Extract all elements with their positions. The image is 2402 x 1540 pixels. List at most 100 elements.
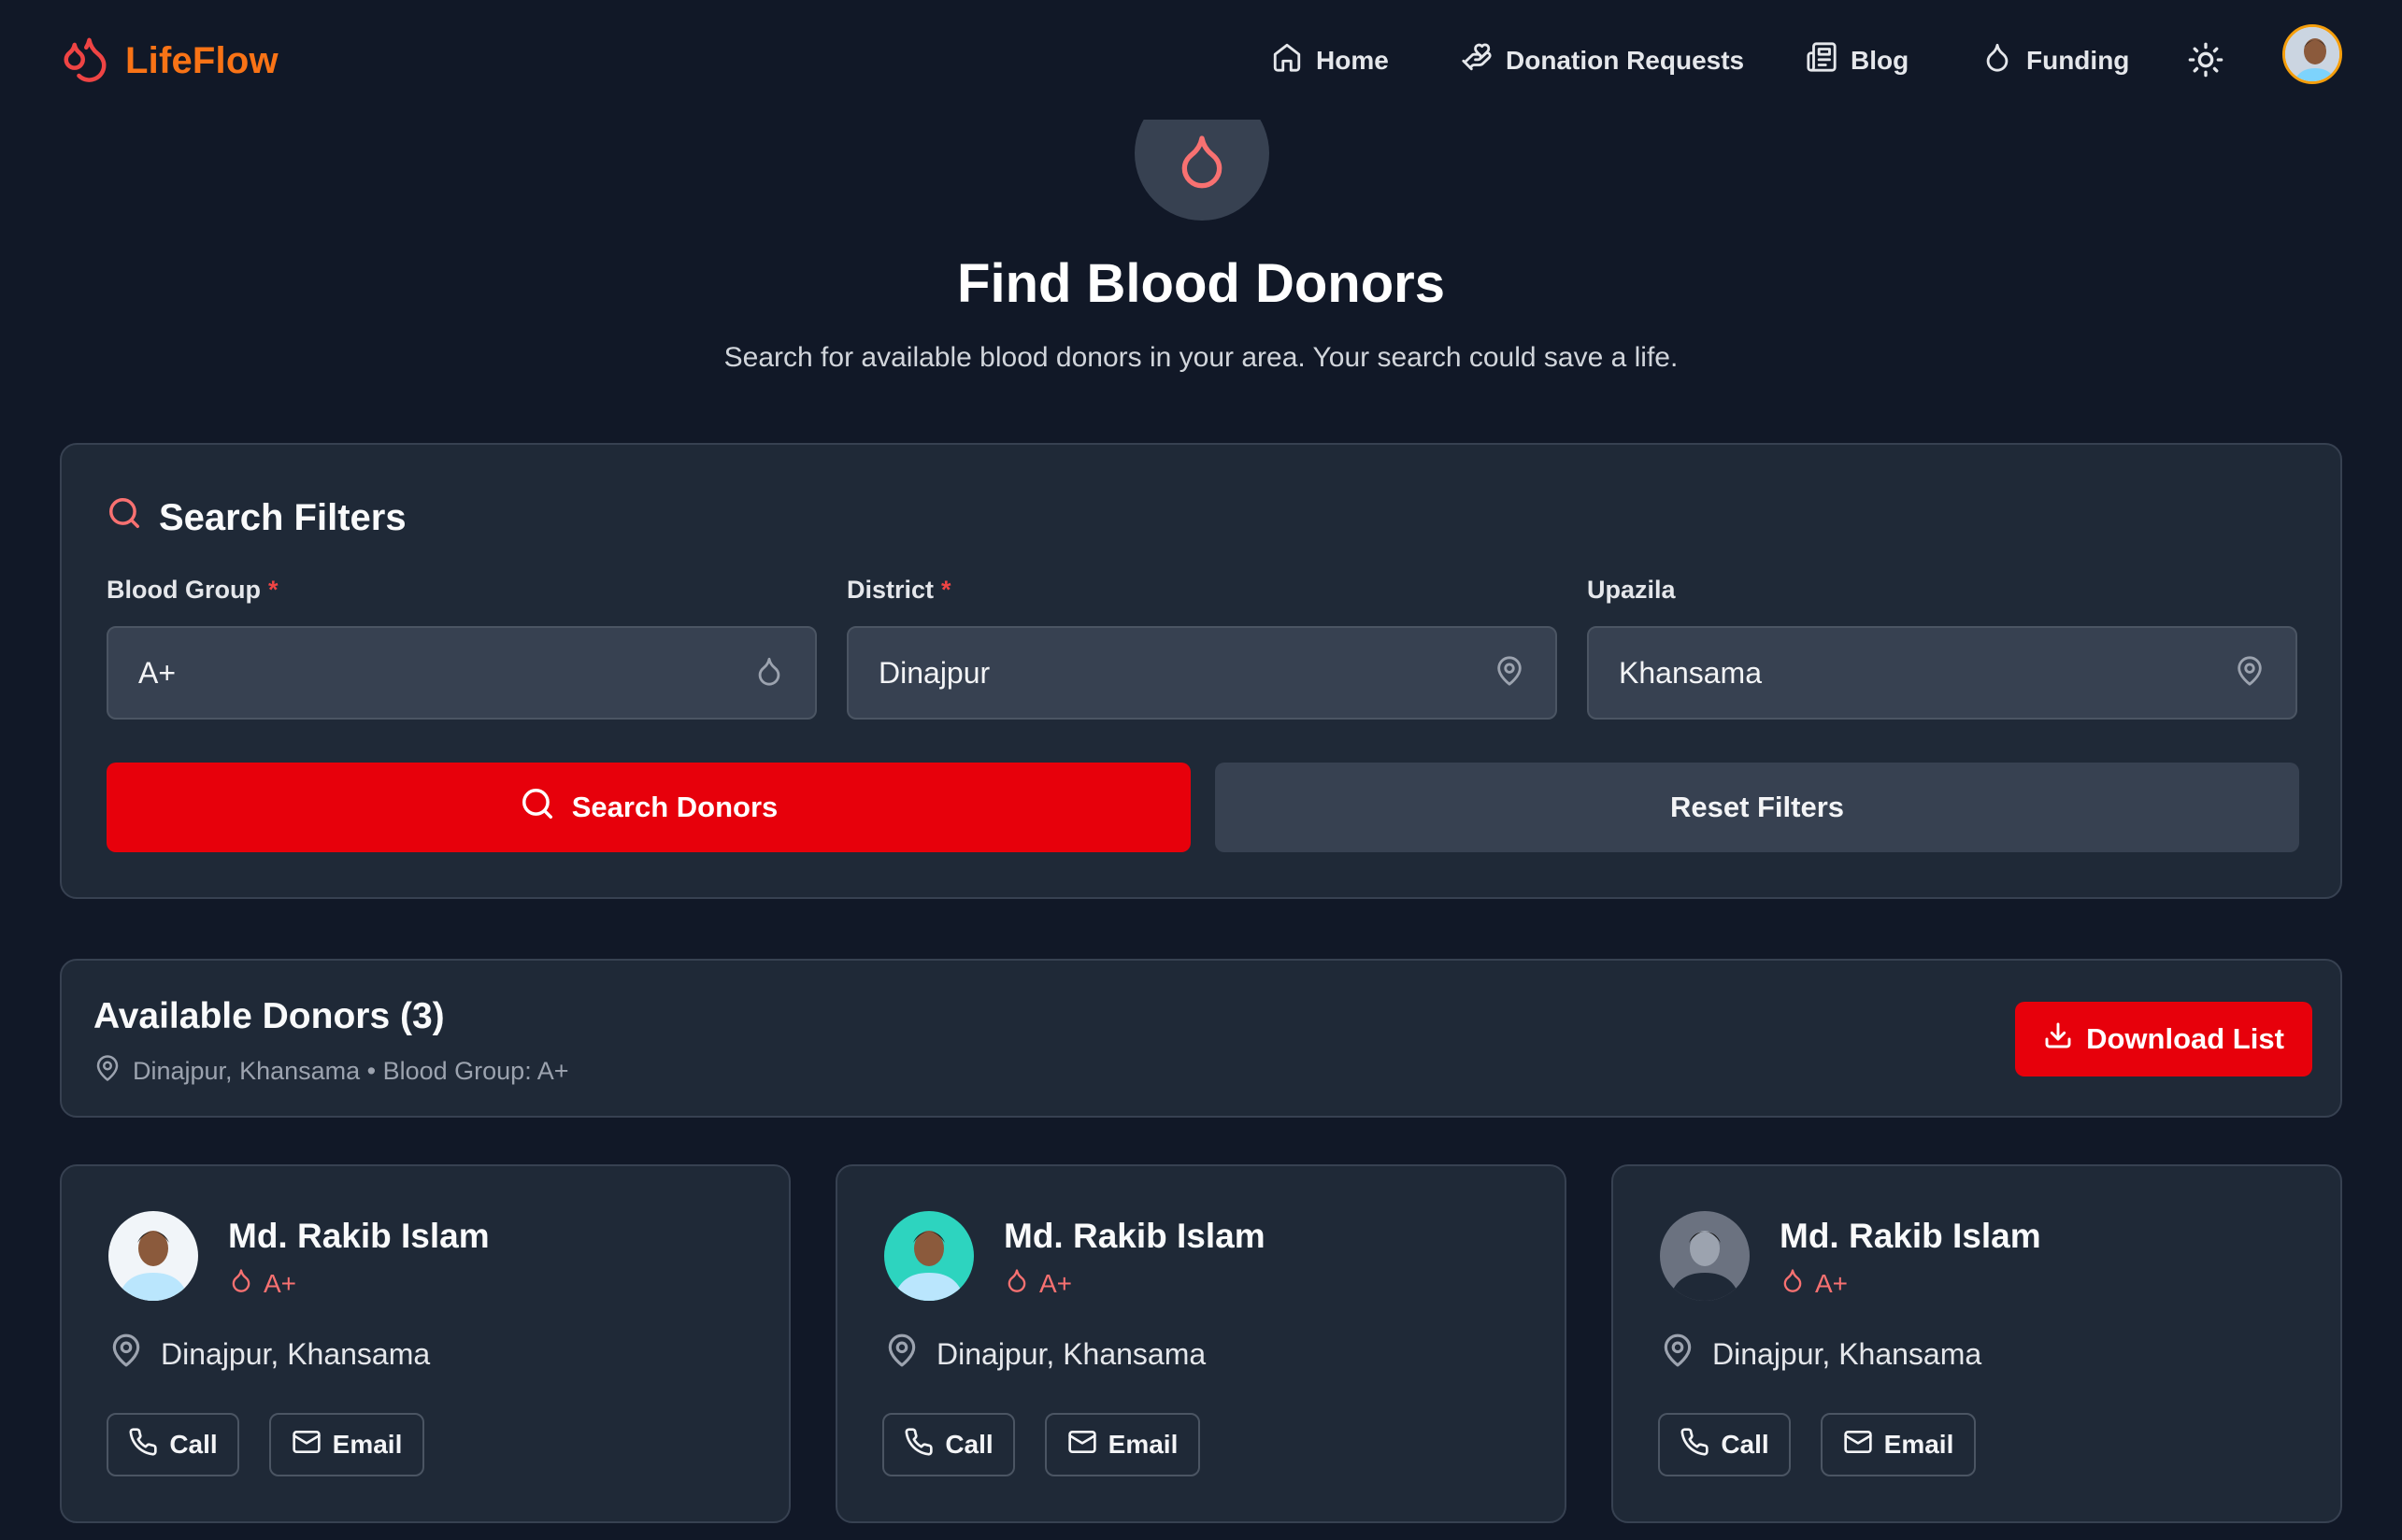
nav-donation-requests-label: Donation Requests <box>1506 45 1745 75</box>
phone-icon <box>1680 1427 1709 1463</box>
donor-location: Dinajpur, Khansama <box>884 1333 1206 1376</box>
donor-blood-group-text: A+ <box>1815 1268 1849 1298</box>
hand-heart-icon <box>1461 41 1493 79</box>
droplet-icon <box>1981 41 2013 79</box>
search-filters-heading: Search Filters <box>107 495 407 540</box>
district-label-text: District <box>847 576 935 604</box>
nav-home[interactable]: Home <box>1271 41 1389 79</box>
required-marker: * <box>267 576 279 604</box>
map-pin-icon <box>93 1054 122 1089</box>
email-label: Email <box>332 1430 403 1459</box>
droplet-icon <box>1172 112 1232 195</box>
donor-blood-group: A+ <box>228 1267 296 1300</box>
droplet-icon <box>753 655 785 692</box>
donor-location-text: Dinajpur, Khansama <box>936 1336 1207 1371</box>
donor-blood-group-text: A+ <box>1039 1268 1073 1298</box>
call-label: Call <box>945 1430 994 1459</box>
blood-group-select[interactable]: A+ <box>107 626 817 720</box>
droplet-icon <box>1780 1267 1806 1300</box>
district-select[interactable]: Dinajpur <box>847 626 1557 720</box>
mail-icon <box>1067 1427 1097 1463</box>
droplet-icon <box>1004 1267 1030 1300</box>
blood-drops-logo-icon <box>60 34 110 89</box>
donor-blood-group: A+ <box>1004 1267 1072 1300</box>
reset-filters-label: Reset Filters <box>1669 791 1845 823</box>
donor-card: Md. Rakib Islam A+ Dinajpur, Khansama Ca… <box>1611 1164 2342 1523</box>
donor-location: Dinajpur, Khansama <box>1660 1333 1981 1376</box>
call-label: Call <box>169 1430 218 1459</box>
district-value: Dinajpur <box>879 655 991 690</box>
results-meta-text: Dinajpur, Khansama • Blood Group: A+ <box>133 1057 569 1085</box>
nav-blog[interactable]: Blog <box>1806 41 1909 79</box>
nav-blog-label: Blog <box>1851 45 1909 75</box>
search-donors-button[interactable]: Search Donors <box>107 763 1191 852</box>
map-pin-icon <box>1494 655 1525 692</box>
nav-donation-requests[interactable]: Donation Requests <box>1461 41 1744 79</box>
droplet-icon <box>228 1267 254 1300</box>
donor-avatar <box>884 1211 974 1301</box>
home-icon <box>1271 41 1303 79</box>
user-avatar[interactable] <box>2282 24 2342 84</box>
theme-toggle-sun-icon[interactable] <box>2187 41 2224 78</box>
donor-card: Md. Rakib Islam A+ Dinajpur, Khansama Ca… <box>60 1164 791 1523</box>
search-donors-label: Search Donors <box>571 791 779 823</box>
phone-icon <box>128 1427 158 1463</box>
upazila-select[interactable]: Khansama <box>1587 626 2297 720</box>
page-title: Find Blood Donors <box>957 253 1445 314</box>
blood-group-label: Blood Group * <box>107 576 278 605</box>
results-header: Available Donors (3) Dinajpur, Khansama … <box>60 959 2342 1118</box>
nav-home-label: Home <box>1316 45 1389 75</box>
nav-funding-label: Funding <box>2026 45 2130 75</box>
search-filters-panel: Search Filters Blood Group * A+ District *… <box>60 443 2342 899</box>
search-filters-title: Search Filters <box>159 496 407 538</box>
blood-group-label-text: Blood Group <box>107 576 261 604</box>
email-button[interactable]: Email <box>269 1413 424 1476</box>
top-navbar: LifeFlow Home Donation Requests Blog Fun… <box>0 0 2402 120</box>
map-pin-icon <box>108 1333 144 1376</box>
upazila-value: Khansama <box>1619 655 1762 690</box>
brand-name: LifeFlow <box>125 40 279 81</box>
call-label: Call <box>1721 1430 1769 1459</box>
donor-avatar <box>1660 1211 1750 1301</box>
phone-icon <box>904 1427 934 1463</box>
download-list-label: Download List <box>2086 1022 2284 1055</box>
donor-name: Md. Rakib Islam <box>228 1217 490 1255</box>
map-pin-icon <box>2234 655 2266 692</box>
download-list-button[interactable]: Download List <box>2015 1002 2312 1077</box>
map-pin-icon <box>1660 1333 1695 1376</box>
donor-location-text: Dinajpur, Khansama <box>1712 1336 1982 1371</box>
search-icon <box>107 495 142 540</box>
donor-avatar <box>108 1211 198 1301</box>
brand-logo[interactable]: LifeFlow <box>60 34 279 89</box>
call-button[interactable]: Call <box>107 1413 239 1476</box>
page-subtitle: Search for available blood donors in you… <box>723 342 1679 373</box>
upazila-label-text: Upazila <box>1587 576 1676 604</box>
email-button[interactable]: Email <box>1045 1413 1200 1476</box>
mail-icon <box>1843 1427 1873 1463</box>
donor-name: Md. Rakib Islam <box>1004 1217 1265 1255</box>
donor-blood-group-text: A+ <box>264 1268 297 1298</box>
donor-blood-group: A+ <box>1780 1267 1848 1300</box>
email-label: Email <box>1108 1430 1179 1459</box>
blood-group-value: A+ <box>138 655 177 690</box>
email-button[interactable]: Email <box>1821 1413 1976 1476</box>
map-pin-icon <box>884 1333 920 1376</box>
call-button[interactable]: Call <box>882 1413 1015 1476</box>
donor-name: Md. Rakib Islam <box>1780 1217 2041 1255</box>
donor-card: Md. Rakib Islam A+ Dinajpur, Khansama Ca… <box>836 1164 1566 1523</box>
email-label: Email <box>1883 1430 1954 1459</box>
district-label: District * <box>847 576 951 605</box>
upazila-label: Upazila <box>1587 576 1676 605</box>
newspaper-icon <box>1806 41 1837 79</box>
download-icon <box>2043 1020 2073 1058</box>
available-donors-title: Available Donors (3) <box>93 996 445 1036</box>
donor-location: Dinajpur, Khansama <box>108 1333 430 1376</box>
mail-icon <box>292 1427 322 1463</box>
results-meta: Dinajpur, Khansama • Blood Group: A+ <box>93 1054 569 1089</box>
nav-funding[interactable]: Funding <box>1981 41 2129 79</box>
donor-location-text: Dinajpur, Khansama <box>161 1336 431 1371</box>
search-icon <box>520 786 555 829</box>
required-marker: * <box>941 576 951 604</box>
reset-filters-button[interactable]: Reset Filters <box>1215 763 2299 852</box>
call-button[interactable]: Call <box>1658 1413 1791 1476</box>
